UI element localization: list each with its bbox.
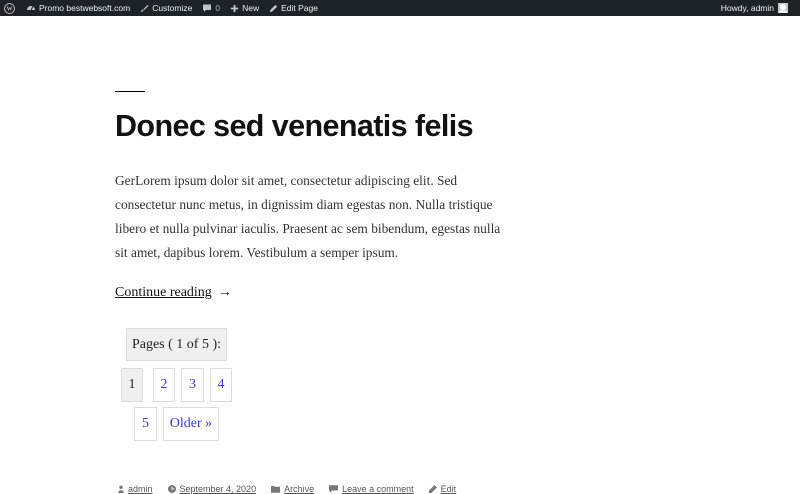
post-title[interactable]: Donec sed venenatis felis (115, 106, 474, 146)
site-name-link[interactable]: Promo bestwebsoft.com (26, 0, 140, 16)
page-link-3[interactable]: 3 (181, 368, 204, 402)
howdy-label: Howdy, admin (720, 3, 774, 13)
pencil-icon (269, 4, 278, 13)
author-link[interactable]: admin (128, 484, 153, 494)
page-current: 1 (121, 368, 143, 402)
comment-bubble-icon (202, 3, 212, 13)
edit-page-link[interactable]: Edit Page (269, 0, 318, 16)
site-name-label: Promo bestwebsoft.com (39, 3, 131, 13)
meta-date: September 4, 2020 (167, 484, 257, 494)
older-posts-link[interactable]: Older » (163, 407, 219, 441)
date-link[interactable]: September 4, 2020 (180, 484, 257, 494)
dashboard-icon (26, 3, 36, 13)
post-meta: admin September 4, 2020 Archive Leave a … (118, 484, 471, 494)
meta-category: Archive (271, 484, 314, 494)
page-link-5[interactable]: 5 (134, 407, 157, 441)
edit-page-label: Edit Page (281, 3, 318, 13)
plus-icon (230, 4, 239, 13)
page-link-2[interactable]: 2 (153, 368, 175, 402)
brush-icon (140, 4, 149, 13)
right-arrow-icon: → (217, 285, 232, 300)
page-link-4[interactable]: 4 (210, 368, 232, 402)
meta-author: admin (118, 484, 153, 494)
svg-text:W: W (6, 6, 12, 12)
category-link[interactable]: Archive (284, 484, 314, 494)
customize-label: Customize (152, 3, 193, 13)
comments-link[interactable]: 0 (202, 0, 230, 16)
edit-post-link[interactable]: Edit (441, 484, 457, 494)
post-excerpt: GerLorem ipsum dolor sit amet, consectet… (115, 173, 501, 260)
wordpress-icon: W (4, 2, 15, 14)
meta-edit: Edit (428, 484, 457, 494)
new-label: New (242, 3, 260, 13)
leave-comment-link[interactable]: Leave a comment (342, 484, 414, 494)
wordpress-logo-button[interactable]: W (0, 0, 26, 16)
continue-reading-link[interactable]: Continue reading → (115, 285, 232, 301)
new-content-link[interactable]: New (230, 0, 269, 16)
pages-label: Pages ( 1 of 5 ): (126, 328, 227, 361)
customize-link[interactable]: Customize (140, 0, 202, 16)
meta-comment: Leave a comment (329, 484, 414, 494)
avatar (778, 3, 788, 13)
title-divider (115, 91, 145, 92)
my-account-menu[interactable]: Howdy, admin (721, 0, 788, 16)
comments-count: 0 (215, 3, 221, 13)
admin-bar: W Promo bestwebsoft.com Customize 0 New … (0, 0, 800, 16)
continue-reading-label: Continue reading (115, 285, 212, 300)
